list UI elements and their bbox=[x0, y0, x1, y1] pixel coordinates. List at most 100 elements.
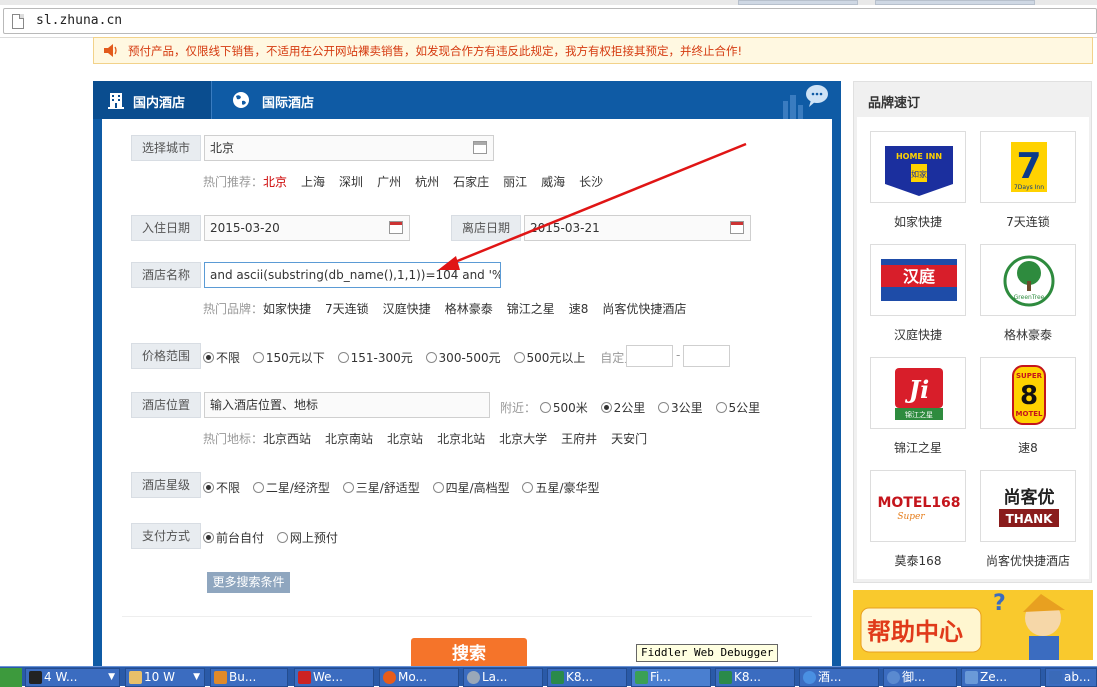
taskbar-item[interactable]: La... bbox=[463, 668, 543, 687]
brand-item-7days[interactable]: 7 7Days Inn 7天连锁 bbox=[980, 131, 1076, 230]
price-dash: - bbox=[676, 348, 681, 362]
tab-international-hotels[interactable]: 国际酒店 bbox=[211, 81, 339, 119]
brand-item-super8[interactable]: SUPER 8 MOTEL 速8 bbox=[980, 357, 1076, 456]
taskbar-item[interactable]: K8... bbox=[715, 668, 795, 687]
address-url[interactable]: sl.zhuna.cn bbox=[36, 13, 122, 28]
landmark-link[interactable]: 北京西站 bbox=[263, 432, 311, 446]
help-center-banner[interactable]: ? 帮助中心 bbox=[853, 590, 1093, 660]
taskbar-item[interactable]: 4 W... ▼ bbox=[25, 668, 120, 687]
taskbar-item[interactable]: 酒... bbox=[799, 668, 879, 687]
hot-city-link[interactable]: 丽江 bbox=[503, 175, 527, 189]
hot-cities-prefix: 热门推荐： bbox=[203, 175, 264, 189]
landmark-link[interactable]: 北京站 bbox=[387, 432, 423, 446]
hot-brand-link[interactable]: 速8 bbox=[569, 302, 589, 316]
hot-brand-link[interactable]: 格林豪泰 bbox=[445, 302, 493, 316]
hot-brand-link[interactable]: 锦江之星 bbox=[507, 302, 555, 316]
hot-brand-link[interactable]: 尚客优快捷酒店 bbox=[602, 302, 686, 316]
address-bar[interactable]: sl.zhuna.cn bbox=[3, 8, 1097, 34]
radio-label: 网上预付 bbox=[289, 531, 338, 545]
city-list-icon[interactable] bbox=[473, 141, 487, 154]
brand-item-hanting[interactable]: 汉庭 汉庭快捷 bbox=[870, 244, 966, 343]
taskbar-item[interactable]: ab... bbox=[1045, 668, 1097, 687]
taskbar-item[interactable]: K8... bbox=[547, 668, 627, 687]
location-placeholder: 输入酒店位置、地标 bbox=[210, 398, 319, 412]
landmark-link[interactable]: 北京大学 bbox=[499, 432, 547, 446]
price-radio[interactable]: 150元以下 bbox=[252, 349, 325, 366]
landmark-link[interactable]: 天安门 bbox=[611, 432, 647, 446]
landmark-link[interactable]: 北京北站 bbox=[437, 432, 485, 446]
location-input[interactable]: 输入酒店位置、地标 bbox=[204, 392, 490, 418]
taskbar-item[interactable]: Ze... bbox=[961, 668, 1041, 687]
taskbar-item[interactable]: 御... bbox=[883, 668, 957, 687]
hot-city-link[interactable]: 威海 bbox=[541, 175, 565, 189]
browser-tab[interactable] bbox=[738, 0, 858, 5]
brand-item-homeinn[interactable]: HOME INN 如家 如家快捷 bbox=[870, 131, 966, 230]
nearby-radio[interactable]: 500米 bbox=[539, 399, 588, 416]
tab-domestic-hotels[interactable]: 国内酒店 bbox=[93, 81, 211, 119]
radio-icon bbox=[342, 482, 354, 493]
taskbar-item[interactable]: 10 W ▼ bbox=[125, 668, 205, 687]
nearby-radio[interactable]: 2公里 bbox=[600, 399, 645, 416]
taskbar-item[interactable]: Bu... bbox=[210, 668, 288, 687]
taskbar-label: Mo... bbox=[398, 670, 427, 684]
hot-city-link[interactable]: 上海 bbox=[301, 175, 325, 189]
price-max-input[interactable] bbox=[683, 345, 730, 367]
city-input[interactable]: 北京 bbox=[204, 135, 494, 161]
svg-text:7Days Inn: 7Days Inn bbox=[1014, 184, 1044, 191]
checkin-input[interactable]: 2015-03-20 bbox=[204, 215, 410, 241]
brand-item-shangkeyou[interactable]: 尚客优 THANK 尚客优快捷酒店 bbox=[980, 470, 1076, 569]
radio-label: 五星/豪华型 bbox=[535, 481, 600, 495]
hotel-search-box: 国内酒店 国际酒店 选择城市 北京 热门推荐：北京 上海 深圳 广州 杭州 石家庄 丽江 威海… bbox=[93, 81, 841, 686]
taskbar-item[interactable]: Mo... bbox=[379, 668, 459, 687]
checkout-input[interactable]: 2015-03-21 bbox=[524, 215, 751, 241]
hotel-name-input[interactable]: and ascii(substring(db_name(),1,1))=104 … bbox=[204, 262, 501, 288]
price-radio[interactable]: 不限 bbox=[203, 349, 240, 366]
brand-panel-title: 品牌速订 bbox=[868, 96, 921, 111]
taskbar-label: ab... bbox=[1064, 670, 1091, 684]
hot-city-link[interactable]: 广州 bbox=[377, 175, 401, 189]
hot-city-link[interactable]: 杭州 bbox=[415, 175, 439, 189]
brand-item-greentree[interactable]: GreenTree 格林豪泰 bbox=[980, 244, 1076, 343]
search-button[interactable]: 搜索 bbox=[411, 638, 527, 668]
hot-brand-link[interactable]: 如家快捷 bbox=[263, 302, 311, 316]
checkin-label: 入住日期 bbox=[131, 215, 201, 241]
price-radio[interactable]: 300-500元 bbox=[425, 349, 501, 366]
star-radio[interactable]: 二星/经济型 bbox=[252, 479, 330, 496]
browser-tab[interactable] bbox=[875, 0, 1035, 5]
app-icon bbox=[214, 671, 227, 684]
hot-city-link[interactable]: 深圳 bbox=[339, 175, 363, 189]
price-radio[interactable]: 500元以上 bbox=[513, 349, 585, 366]
brand-item-motel168[interactable]: MOTEL168 Super 莫泰168 bbox=[870, 470, 966, 569]
radio-label: 150元以下 bbox=[265, 351, 325, 365]
app-icon bbox=[1049, 671, 1062, 684]
star-radio[interactable]: 三星/舒适型 bbox=[342, 479, 420, 496]
hot-brand-link[interactable]: 汉庭快捷 bbox=[383, 302, 431, 316]
nearby-radio[interactable]: 3公里 bbox=[658, 399, 703, 416]
taskbar-item[interactable]: We... bbox=[294, 668, 374, 687]
radio-label: 不限 bbox=[216, 351, 241, 365]
taskbar-item[interactable]: Fi... bbox=[631, 668, 711, 687]
radio-icon bbox=[658, 402, 670, 413]
hot-city-link[interactable]: 北京 bbox=[263, 175, 287, 189]
landmark-link[interactable]: 北京南站 bbox=[325, 432, 373, 446]
svg-text:Ji: Ji bbox=[905, 375, 929, 404]
start-button[interactable] bbox=[0, 668, 22, 687]
hot-brand-link[interactable]: 7天连锁 bbox=[325, 302, 369, 316]
app-icon bbox=[887, 671, 900, 684]
price-min-input[interactable] bbox=[626, 345, 673, 367]
brand-item-jinjiang[interactable]: Ji 锦江之星 锦江之星 bbox=[870, 357, 966, 456]
nearby-radio[interactable]: 5公里 bbox=[715, 399, 760, 416]
star-radio[interactable]: 五星/豪华型 bbox=[522, 479, 600, 496]
payment-radio[interactable]: 网上预付 bbox=[276, 529, 338, 546]
calendar-icon[interactable] bbox=[730, 221, 744, 234]
star-radio[interactable]: 不限 bbox=[203, 479, 240, 496]
radio-icon bbox=[276, 532, 288, 543]
payment-radio[interactable]: 前台自付 bbox=[203, 529, 264, 546]
star-radio[interactable]: 四星/高档型 bbox=[432, 479, 510, 496]
more-conditions-button[interactable]: 更多搜索条件 bbox=[207, 572, 290, 593]
landmark-link[interactable]: 王府井 bbox=[561, 432, 597, 446]
hot-city-link[interactable]: 长沙 bbox=[579, 175, 603, 189]
price-radio[interactable]: 151-300元 bbox=[337, 349, 413, 366]
hot-city-link[interactable]: 石家庄 bbox=[453, 175, 489, 189]
calendar-icon[interactable] bbox=[389, 221, 403, 234]
